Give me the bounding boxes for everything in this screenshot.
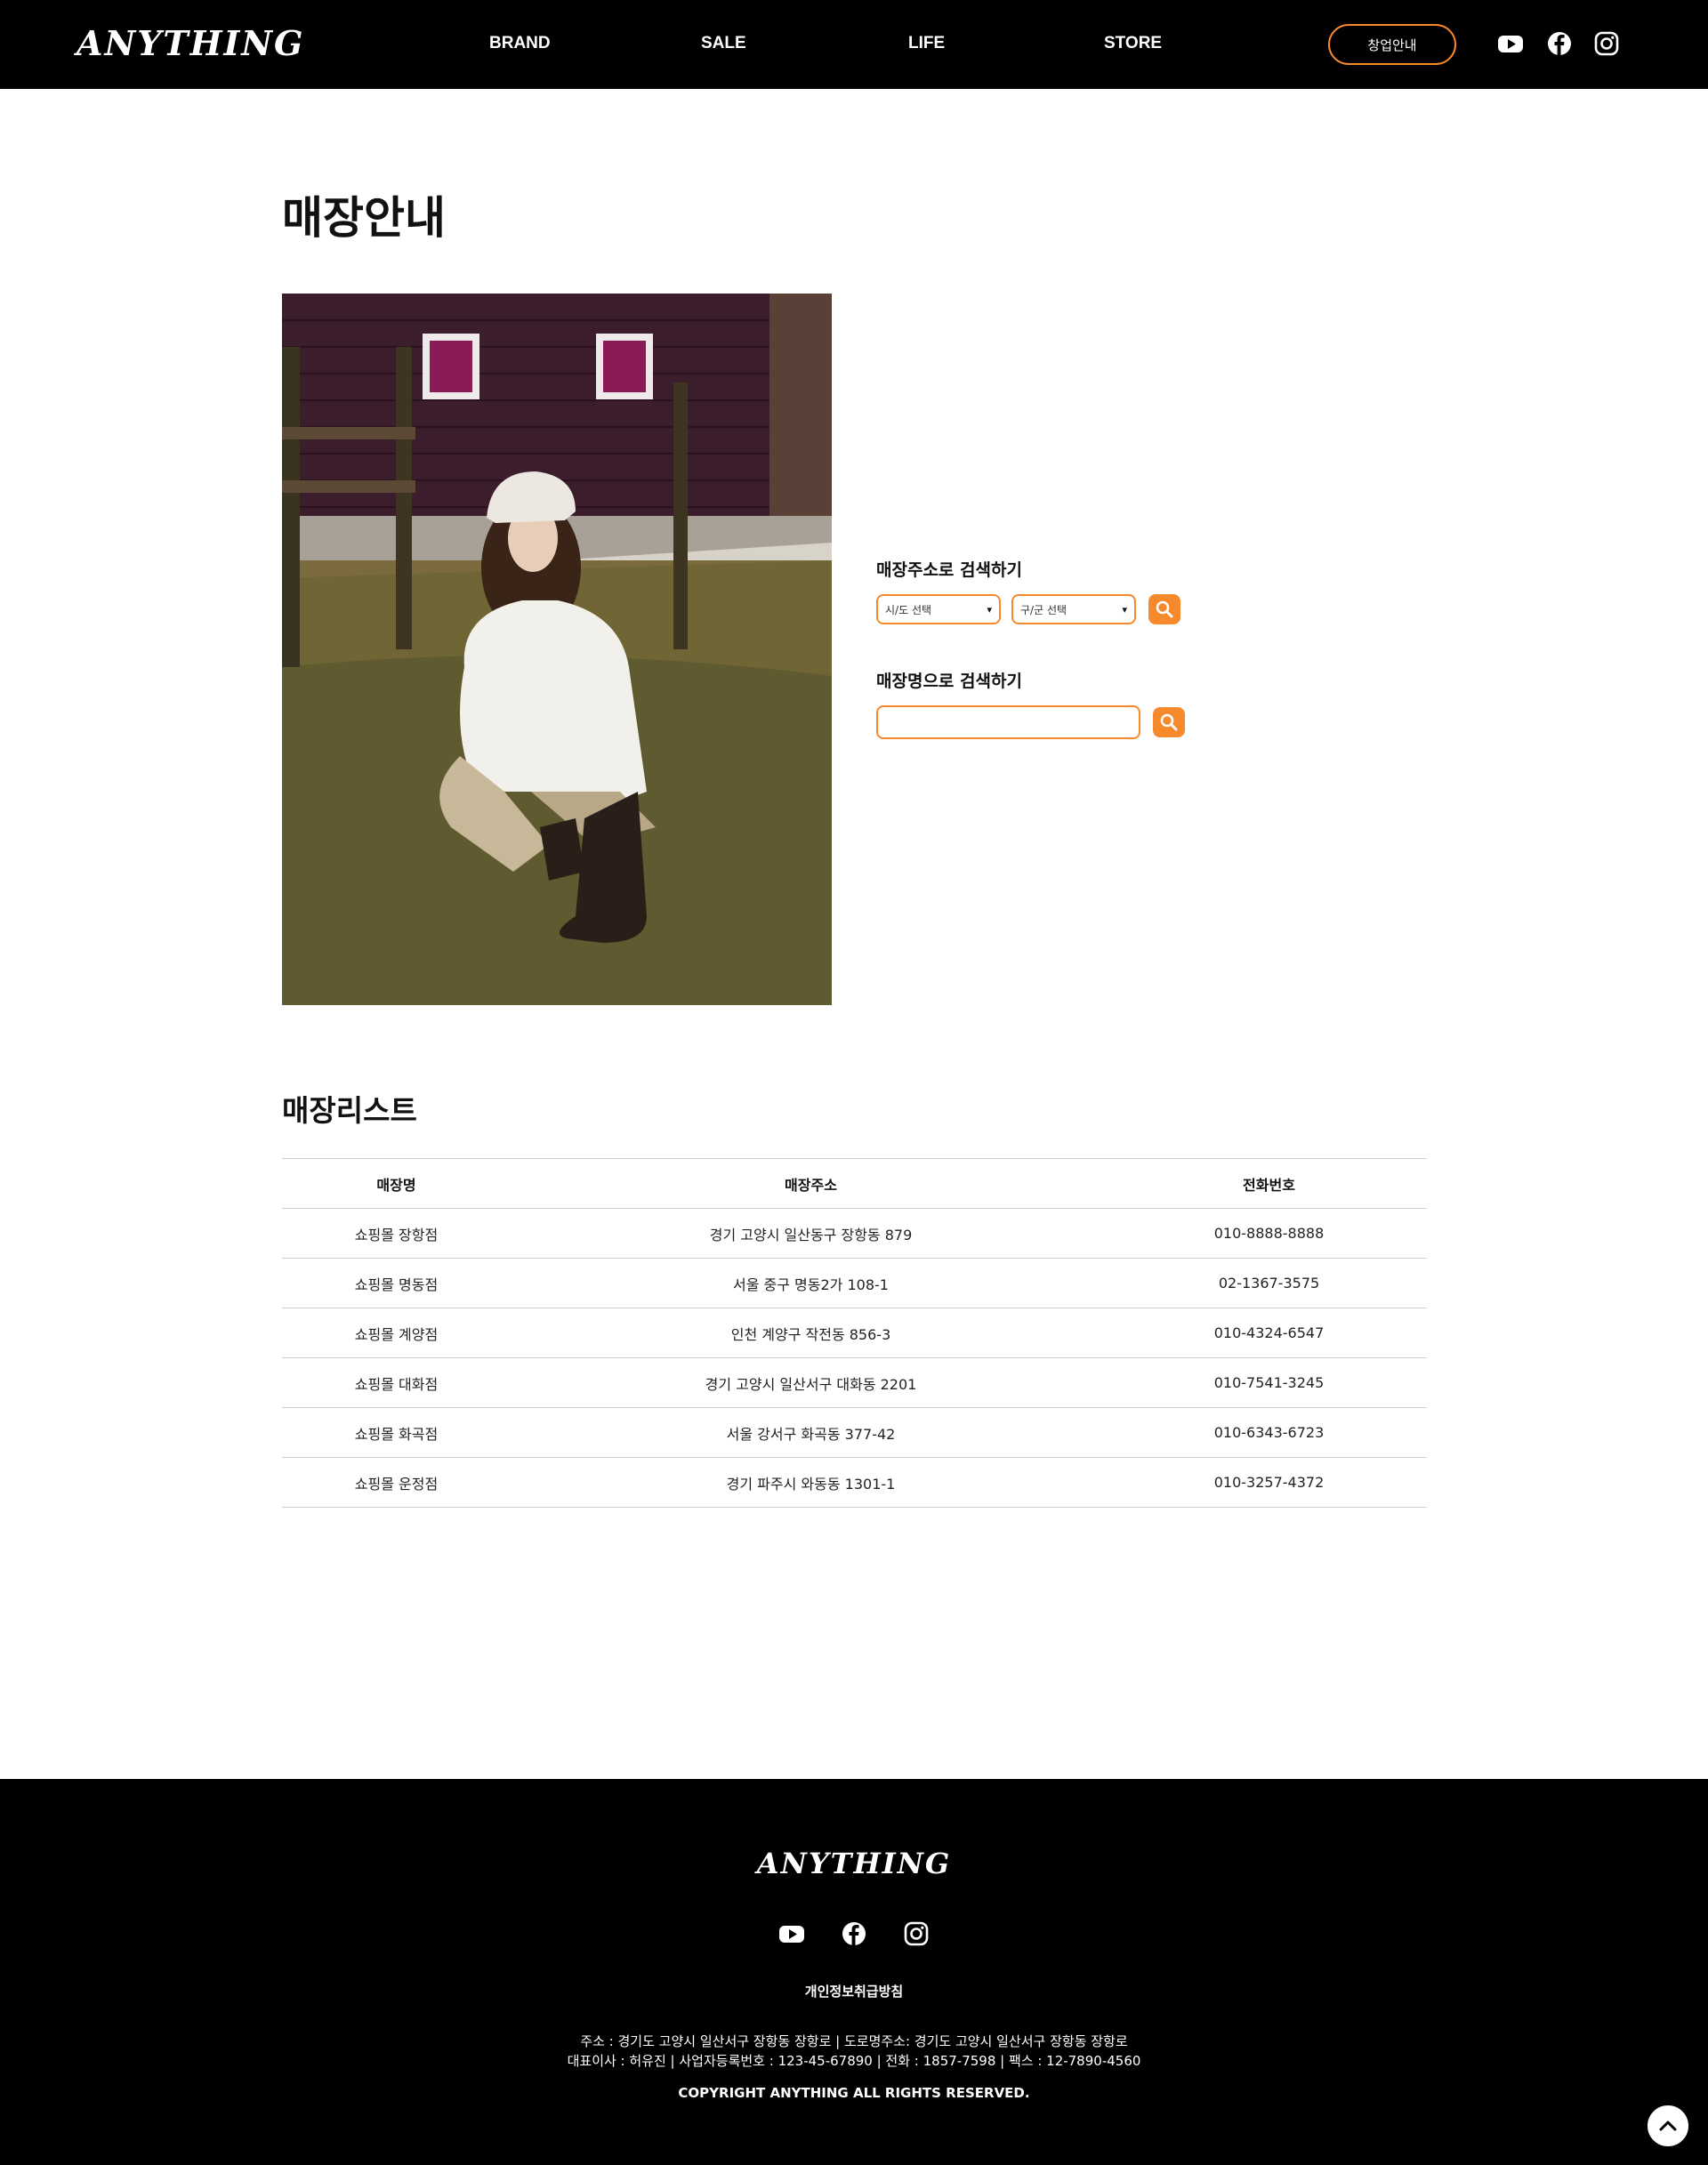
- name-search-label: 매장명으로 검색하기: [876, 672, 1022, 691]
- column-header-address: 매장주소: [511, 1158, 1111, 1209]
- store-address: 서울 중구 명동2가 108-1: [511, 1258, 1111, 1308]
- youtube-icon[interactable]: [1497, 30, 1524, 57]
- site-header: ANYTHING BRAND SALE LIFE STORE 창업안내: [0, 0, 1708, 89]
- store-phone: 010-4324-6547: [1111, 1308, 1427, 1358]
- page-title: 매장안내: [282, 192, 446, 244]
- search-icon: [1160, 713, 1178, 731]
- store-address: 서울 강서구 화곡동 377-42: [511, 1407, 1111, 1458]
- column-header-name: 매장명: [282, 1158, 511, 1209]
- table-header-row: 매장명 매장주소 전화번호: [282, 1158, 1427, 1209]
- chevron-down-icon: ▾: [987, 603, 992, 616]
- nav-life[interactable]: LIFE: [908, 34, 945, 53]
- store-address: 경기 고양시 일산서구 대화동 2201: [511, 1357, 1111, 1408]
- store-name: 쇼핑몰 운정점: [282, 1457, 511, 1508]
- store-table: 매장명 매장주소 전화번호 쇼핑몰 장항점 경기 고양시 일산동구 장항동 87…: [282, 1158, 1427, 1508]
- district-select-value: 구/군 선택: [1020, 603, 1068, 616]
- store-name: 쇼핑몰 명동점: [282, 1258, 511, 1308]
- privacy-policy-link[interactable]: 개인정보취급방침: [0, 1982, 1708, 2000]
- table-row[interactable]: 쇼핑몰 장항점 경기 고양시 일산동구 장항동 879 010-8888-888…: [282, 1208, 1427, 1259]
- table-row[interactable]: 쇼핑몰 화곡점 서울 강서구 화곡동 377-42 010-6343-6723: [282, 1407, 1427, 1458]
- address-search-button[interactable]: [1148, 594, 1180, 624]
- store-address: 인천 계양구 작전동 856-3: [511, 1308, 1111, 1358]
- city-select[interactable]: 시/도 선택 ▾: [876, 594, 1001, 624]
- footer-address: 주소 : 경기도 고양시 일산서구 장항동 장항로 | 도로명주소: 경기도 고…: [580, 2033, 1128, 2049]
- store-name: 쇼핑몰 계양점: [282, 1308, 511, 1358]
- store-name: 쇼핑몰 화곡점: [282, 1407, 511, 1458]
- facebook-icon[interactable]: [841, 1920, 867, 1947]
- footer-company-info: 대표이사 : 허유진 | 사업자등록번호 : 123-45-67890 | 전화…: [567, 2053, 1141, 2069]
- table-row[interactable]: 쇼핑몰 대화점 경기 고양시 일산서구 대화동 2201 010-7541-32…: [282, 1357, 1427, 1408]
- store-phone: 010-6343-6723: [1111, 1407, 1427, 1458]
- youtube-icon[interactable]: [778, 1920, 805, 1947]
- store-address: 경기 파주시 와동동 1301-1: [511, 1457, 1111, 1508]
- store-hero-photo: [282, 294, 832, 1005]
- startup-guide-button[interactable]: 창업안내: [1328, 24, 1456, 65]
- search-icon: [1156, 600, 1173, 618]
- instagram-icon[interactable]: [1593, 30, 1620, 57]
- chevron-down-icon: ▾: [1122, 603, 1127, 616]
- nav-store[interactable]: STORE: [1104, 34, 1162, 53]
- nav-brand[interactable]: BRAND: [489, 34, 551, 53]
- table-row[interactable]: 쇼핑몰 명동점 서울 중구 명동2가 108-1 02-1367-3575: [282, 1258, 1427, 1308]
- store-name: 쇼핑몰 장항점: [282, 1208, 511, 1259]
- scroll-to-top-button[interactable]: [1646, 2104, 1690, 2148]
- store-phone: 010-7541-3245: [1111, 1357, 1427, 1408]
- site-logo[interactable]: ANYTHING: [77, 23, 305, 63]
- nav-sale[interactable]: SALE: [701, 34, 746, 53]
- facebook-icon[interactable]: [1546, 30, 1573, 57]
- city-select-value: 시/도 선택: [885, 603, 932, 616]
- table-row[interactable]: 쇼핑몰 계양점 인천 계양구 작전동 856-3 010-4324-6547: [282, 1308, 1427, 1358]
- store-address: 경기 고양시 일산동구 장항동 879: [511, 1208, 1111, 1259]
- store-phone: 010-8888-8888: [1111, 1208, 1427, 1259]
- footer-logo[interactable]: ANYTHING: [0, 1847, 1708, 1880]
- address-search-label: 매장주소로 검색하기: [876, 560, 1022, 580]
- name-search-button[interactable]: [1153, 707, 1185, 737]
- copyright: COPYRIGHT ANYTHING ALL RIGHTS RESERVED.: [678, 2085, 1030, 2101]
- instagram-icon[interactable]: [903, 1920, 930, 1947]
- chevron-up-icon: [1659, 2121, 1677, 2131]
- table-row[interactable]: 쇼핑몰 운정점 경기 파주시 와동동 1301-1 010-3257-4372: [282, 1457, 1427, 1508]
- store-name: 쇼핑몰 대화점: [282, 1357, 511, 1408]
- store-name-input[interactable]: [876, 705, 1140, 739]
- site-footer: ANYTHING 개인정보취급방침 주소 : 경기도 고양시 일산서구 장항동 …: [0, 1779, 1708, 2165]
- store-phone: 010-3257-4372: [1111, 1457, 1427, 1508]
- store-phone: 02-1367-3575: [1111, 1258, 1427, 1308]
- store-list-title: 매장리스트: [282, 1093, 417, 1128]
- column-header-phone: 전화번호: [1111, 1158, 1427, 1209]
- district-select[interactable]: 구/군 선택 ▾: [1011, 594, 1136, 624]
